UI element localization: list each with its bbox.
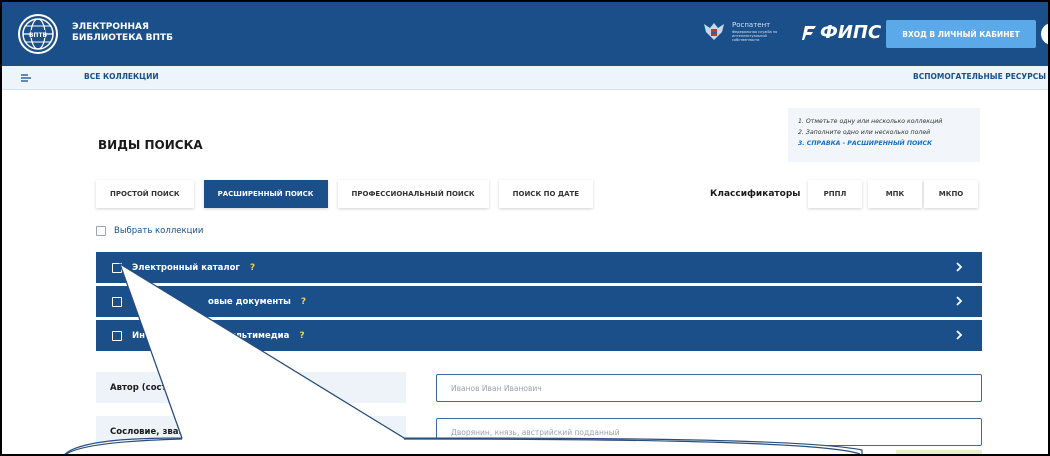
- library-title-line1: ЭЛЕКТРОННАЯ: [72, 22, 149, 32]
- menu-icon[interactable]: [20, 72, 32, 84]
- collections-navbar: ВСЕ КОЛЛЕКЦИИ ВСПОМОГАТЕЛЬНЫЕ РЕСУРСЫ: [2, 66, 1048, 90]
- decorative-accent: [896, 450, 982, 454]
- rospatent-subtitle: Федеральная служба по интеллектуальной с…: [732, 29, 778, 42]
- hint-line-1: 1. Отметьте одну или несколько коллекций: [798, 118, 943, 125]
- chevron-right-icon[interactable]: [954, 329, 964, 341]
- rospatent-text: Роспатент Федеральная служба по интеллек…: [732, 21, 784, 42]
- svg-text:ВПТБ: ВПТБ: [29, 32, 48, 39]
- collection-bar-catalog[interactable]: Электронный каталог ?: [96, 252, 982, 283]
- collection-label-tail: кты. Мультимедиа: [197, 330, 290, 341]
- hint-line-2: 2. Заполните одно или несколько полей: [798, 129, 931, 136]
- author-input[interactable]: [436, 374, 982, 402]
- hint-box: 1. Отметьте одну или несколько коллекций…: [788, 108, 980, 162]
- fips-logo[interactable]: ФИПС: [802, 22, 881, 43]
- classifiers-label: Классификаторы: [710, 189, 801, 199]
- collection-checkbox[interactable]: [112, 330, 122, 341]
- collection-checkbox[interactable]: [112, 262, 122, 273]
- collection-label: Электронный каталог: [132, 262, 240, 273]
- browser-frame: ВПТБ ЭЛЕКТРОННАЯ БИБЛИОТЕКА ВПТБ Роспате…: [0, 0, 1050, 456]
- collection-label: Ин: [132, 330, 145, 341]
- chevron-right-icon[interactable]: [954, 261, 964, 273]
- search-type-tabs: ПРОСТОЙ ПОИСК РАСШИРЕННЫЙ ПОИСК ПРОФЕССИ…: [96, 180, 603, 208]
- fips-mark-icon: [802, 25, 816, 40]
- login-button[interactable]: ВХОД В ЛИЧНЫЙ КАБИНЕТ: [886, 20, 1036, 48]
- collection-help-icon[interactable]: ?: [301, 297, 306, 307]
- estate-input[interactable]: [436, 418, 982, 446]
- select-collections[interactable]: Выбрать коллекции: [96, 226, 203, 236]
- tab-date-search[interactable]: ПОИСК ПО ДАТЕ: [498, 180, 594, 208]
- classifier-mkpo-button[interactable]: МКПО: [924, 180, 978, 208]
- collection-bar-multimedia[interactable]: Ин кты. Мультимедиа ?: [96, 320, 982, 351]
- rospatent-label: Роспатент: [732, 20, 771, 29]
- collection-label: овые документы: [208, 296, 291, 307]
- tab-advanced-search[interactable]: РАСШИРЕННЫЙ ПОИСК: [203, 180, 328, 208]
- author-field-label: Автор (состав: [96, 372, 406, 403]
- rospatent-logo[interactable]: Роспатент Федеральная служба по интеллек…: [702, 20, 784, 42]
- collection-bar-documents[interactable]: овые документы ?: [96, 286, 982, 317]
- library-logo-icon[interactable]: ВПТБ: [18, 14, 58, 54]
- select-collections-label[interactable]: Выбрать коллекции: [114, 226, 203, 236]
- estate-field-label: Сословие, звани: [96, 416, 406, 447]
- page-title: ВИДЫ ПОИСКА: [98, 138, 203, 152]
- eagle-emblem-icon: [704, 23, 724, 40]
- globe-logo-icon: ВПТБ: [22, 18, 54, 50]
- collection-checkbox[interactable]: [112, 296, 122, 307]
- tab-simple-search[interactable]: ПРОСТОЙ ПОИСК: [96, 180, 194, 208]
- help-advanced-search-link[interactable]: 3. СПРАВКА - РАСШИРЕННЫЙ ПОИСК: [798, 138, 970, 149]
- library-title-line2: БИБЛИОТЕКА ВПТБ: [72, 33, 174, 43]
- fips-label: ФИПС: [820, 22, 882, 43]
- tab-professional-search[interactable]: ПРОФЕССИОНАЛЬНЫЙ ПОИСК: [337, 180, 489, 208]
- aux-resources-link[interactable]: ВСПОМОГАТЕЛЬНЫЕ РЕСУРСЫ: [913, 72, 1046, 81]
- chevron-right-icon[interactable]: [954, 295, 964, 307]
- all-collections-link[interactable]: ВСЕ КОЛЛЕКЦИИ: [84, 72, 159, 81]
- classifier-mpk-button[interactable]: МПК: [868, 180, 922, 208]
- site-header: ВПТБ ЭЛЕКТРОННАЯ БИБЛИОТЕКА ВПТБ Роспате…: [2, 2, 1048, 66]
- select-collections-checkbox[interactable]: [96, 226, 106, 236]
- library-title[interactable]: ЭЛЕКТРОННАЯ БИБЛИОТЕКА ВПТБ: [72, 22, 173, 44]
- classifier-rppl-button[interactable]: РППЛ: [808, 180, 862, 208]
- help-icon[interactable]: ?: [1041, 23, 1048, 45]
- collection-help-icon[interactable]: ?: [299, 331, 304, 341]
- collection-help-icon[interactable]: ?: [250, 263, 255, 273]
